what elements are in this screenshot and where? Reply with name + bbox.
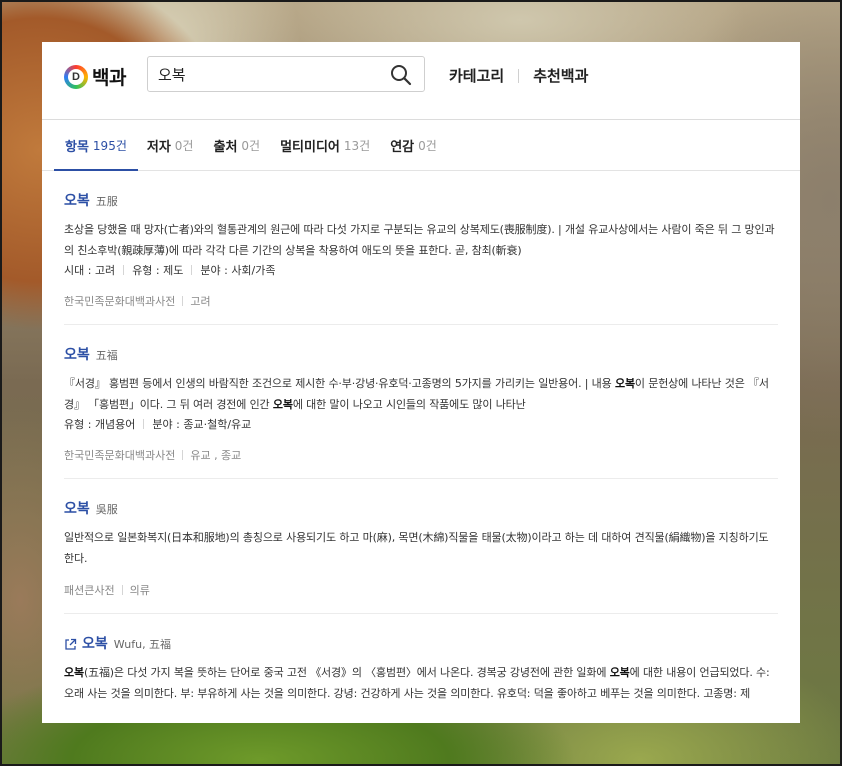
result-title-row: 오복 吳服: [64, 498, 778, 520]
result-subtitle: 吳服: [95, 503, 118, 516]
description-text: 『서경』 홍범편 등에서 인생의 바람직한 조건으로 제시한 수·부·강녕·유호…: [64, 377, 615, 390]
result-description[interactable]: 일반적으로 일본화복지(日本和服地)의 총칭으로 사용되기도 하고 마(麻), …: [64, 527, 780, 569]
result-item: 오복 Wufu, 五福 오복(五福)은 다섯 가지 복을 뜻하는 단어로 중국 고전…: [64, 614, 778, 718]
header: D 백과 카테고리 추천백과: [42, 42, 800, 120]
tab-sources[interactable]: 출처 0건: [213, 120, 260, 170]
source-category-link[interactable]: 고려: [190, 295, 210, 308]
result-description[interactable]: 초상을 당했을 때 망자(亡者)와의 혈통관계의 원근에 따라 다섯 가지로 구…: [64, 219, 780, 261]
result-item: 오복 五福『서경』 홍범편 등에서 인생의 바람직한 조건으로 제시한 수·부·강…: [64, 325, 778, 479]
tab-label: 출처: [213, 139, 238, 155]
tab-yearbook[interactable]: 연감 0건: [390, 120, 437, 170]
result-title-link[interactable]: 오복: [82, 633, 108, 653]
results-list: 오복 五服 초상을 당했을 때 망자(亡者)와의 혈통관계의 원근에 따라 다섯 가…: [42, 171, 800, 718]
source-divider: [182, 296, 184, 306]
nav-divider: [518, 68, 520, 83]
source-name-link[interactable]: 한국민족문화대백과사전: [64, 449, 175, 462]
tab-count: 13건: [343, 138, 371, 153]
description-text: 에 대한 말이 나오고 시인들의 작품에도 많이 나타난: [292, 398, 526, 411]
logo-icon: D: [64, 64, 88, 89]
external-link-icon[interactable]: [64, 638, 77, 651]
source-divider: [121, 585, 123, 595]
highlight-term: 오복: [64, 666, 84, 679]
tab-count: 0건: [174, 138, 194, 153]
result-description[interactable]: 오복(五福)은 다섯 가지 복을 뜻하는 단어로 중국 고전 《서경》의 〈홍범…: [64, 662, 780, 704]
result-meta: 유형 : 개념용어 분야 : 종교·철학/유교: [64, 416, 778, 434]
result-title-row: 오복 五福: [64, 344, 778, 366]
tab-multimedia[interactable]: 멀티미디어 13건: [280, 120, 370, 170]
meta-field: 분야 : 종교·철학/유교: [152, 418, 252, 431]
logo[interactable]: D 백과: [64, 63, 126, 90]
highlight-term: 오복: [609, 666, 630, 679]
source-category-link[interactable]: 유교 , 종교: [190, 449, 241, 462]
tab-label: 항목: [65, 139, 89, 155]
search-box[interactable]: [147, 56, 425, 92]
source-divider: [182, 450, 184, 460]
search-icon[interactable]: [390, 64, 412, 86]
meta-field: 유형 : 제도: [132, 264, 184, 277]
logo-text: 백과: [92, 67, 126, 89]
top-nav: 카테고리 추천백과: [449, 65, 588, 86]
result-source: 패션큰사전 의류: [64, 583, 778, 599]
highlight-term: 오복: [272, 398, 293, 411]
result-title-row: 오복 五服: [64, 190, 778, 212]
meta-divider: [191, 265, 193, 275]
tab-authors[interactable]: 저자 0건: [147, 120, 194, 170]
result-subtitle: 五服: [95, 195, 118, 208]
logo-glyph: D: [68, 68, 84, 85]
result-title-row: 오복 Wufu, 五福: [64, 633, 778, 655]
description-text: 일반적으로 일본화복지(日本和服地)의 총칭으로 사용되기도 하고 마(麻), …: [64, 531, 769, 565]
result-source: 한국민족문화대백과사전 유교 , 종교: [64, 448, 778, 464]
tab-label: 멀티미디어: [280, 139, 340, 155]
result-source: 한국민족문화대백과사전 고려: [64, 294, 778, 310]
tab-label: 연감: [390, 139, 415, 155]
encyclopedia-panel: D 백과 카테고리 추천백과 항목195건 저자0건 출처0건 멀티미디어13건…: [42, 42, 800, 723]
highlight-term: 오복: [614, 377, 635, 390]
tab-label: 저자: [146, 139, 171, 155]
source-name-link[interactable]: 패션큰사전: [64, 584, 115, 597]
result-meta: 시대 : 고려 유형 : 제도 분야 : 사회/가족: [64, 262, 778, 280]
tab-items[interactable]: 항목 195건: [54, 120, 138, 171]
description-text: 초상을 당했을 때 망자(亡者)와의 혈통관계의 원근에 따라 다섯 가지로 구…: [64, 223, 775, 257]
meta-field: 분야 : 사회/가족: [200, 264, 276, 277]
tab-count: 0건: [241, 138, 261, 153]
nav-recommended[interactable]: 추천백과: [533, 65, 588, 86]
description-text: (五福)은 다섯 가지 복을 뜻하는 단어로 중국 고전 《서경》의 〈홍범편〉…: [83, 666, 610, 679]
result-description[interactable]: 『서경』 홍범편 등에서 인생의 바람직한 조건으로 제시한 수·부·강녕·유호…: [64, 373, 780, 415]
meta-field: 시대 : 고려: [64, 264, 116, 277]
tab-count: 0건: [418, 138, 437, 153]
search-input[interactable]: [158, 64, 378, 84]
meta-divider: [123, 265, 125, 275]
result-title-link[interactable]: 오복: [64, 498, 90, 518]
result-item: 오복 吳服 일반적으로 일본화복지(日本和服地)의 총칭으로 사용되기도 하고 마(…: [64, 479, 778, 614]
result-item: 오복 五服 초상을 당했을 때 망자(亡者)와의 혈통관계의 원근에 따라 다섯 가…: [64, 171, 778, 325]
result-subtitle: 五福: [95, 349, 118, 362]
result-title-link[interactable]: 오복: [64, 344, 90, 364]
source-category-link[interactable]: 의류: [130, 584, 150, 597]
meta-divider: [143, 419, 145, 429]
meta-field: 유형 : 개념용어: [64, 418, 136, 431]
source-name-link[interactable]: 한국민족문화대백과사전: [64, 295, 175, 308]
result-tabs: 항목 195건 저자 0건 출처 0건 멀티미디어 13건 연감 0건: [42, 120, 800, 171]
result-subtitle: Wufu, 五福: [113, 638, 172, 651]
tab-count: 195건: [92, 138, 127, 153]
nav-category[interactable]: 카테고리: [449, 65, 504, 86]
result-title-link[interactable]: 오복: [64, 190, 90, 210]
